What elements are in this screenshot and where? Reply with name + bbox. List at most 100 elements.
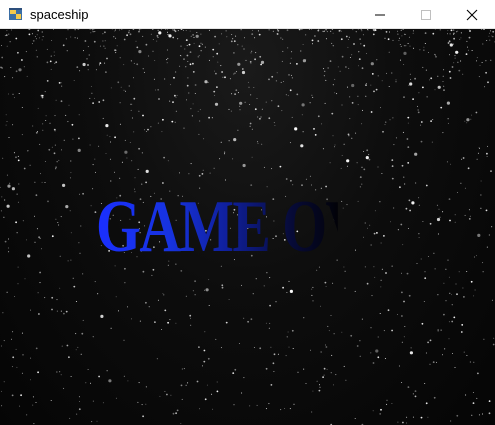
close-button[interactable] [449,0,495,29]
star [389,31,390,33]
star [346,165,348,167]
star [344,270,346,272]
star [65,205,69,209]
star [459,38,461,40]
star [336,93,338,95]
star [434,29,436,30]
star [82,192,84,195]
star [440,106,443,109]
star [358,65,359,67]
star [16,193,18,195]
minimize-button[interactable] [357,0,403,29]
star [118,310,119,312]
star [123,339,125,341]
star [156,40,158,42]
star [249,61,252,63]
star [360,29,362,30]
star [134,177,136,179]
star [412,416,414,418]
star [421,322,424,325]
star [0,210,2,212]
star [91,29,93,31]
star [341,331,343,333]
star [448,276,450,278]
star [181,368,183,370]
star [14,296,16,297]
star [399,44,401,45]
star [207,357,210,360]
star [75,301,77,302]
star [249,104,251,105]
star [37,107,39,109]
star [274,125,276,126]
game-canvas[interactable]: GAME OVER [0,29,495,425]
star [475,255,477,257]
star [2,157,4,159]
star [53,51,55,53]
star [270,384,273,386]
star [314,35,316,37]
star [474,289,476,291]
star [166,393,168,396]
star [361,318,363,320]
star [192,34,195,36]
star [51,308,53,311]
star [187,61,189,62]
star [357,104,359,106]
star [303,317,305,319]
star [423,301,425,302]
star [247,320,250,323]
star [98,375,100,378]
star [135,40,137,42]
star [296,93,299,96]
star [217,61,219,63]
star [79,252,81,254]
star [342,207,344,209]
star [364,266,366,268]
star [276,33,279,35]
star [221,33,223,35]
star [312,300,314,302]
star [60,310,62,312]
star [170,84,172,86]
star [180,29,183,30]
star [271,168,273,170]
star [201,43,203,45]
star [339,29,341,31]
star [15,156,17,159]
star [150,126,152,128]
star [185,39,188,41]
star [348,36,350,38]
star [324,281,327,284]
star [102,33,104,35]
star [232,38,234,40]
star [320,305,321,307]
star [123,64,125,66]
star [240,29,242,31]
star [491,226,493,228]
star [276,72,278,74]
star [165,29,167,30]
star [425,352,427,354]
star [279,165,282,168]
star [256,98,258,99]
star [471,50,473,51]
star [241,284,242,286]
star [198,55,200,57]
star [59,255,61,257]
star [216,52,219,55]
star [257,142,259,144]
star [259,347,262,350]
star [119,123,121,125]
star [250,94,252,96]
star [419,49,421,51]
star [35,347,38,350]
maximize-button[interactable] [403,0,449,29]
star [410,347,412,349]
star [18,93,20,94]
star [239,101,243,105]
star [457,61,459,63]
star [121,161,123,163]
star [61,345,63,347]
star [371,73,374,75]
